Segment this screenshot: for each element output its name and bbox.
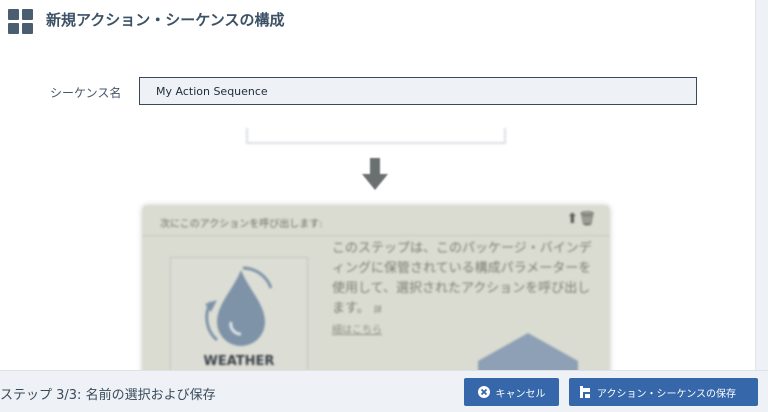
arrow-up-icon[interactable]: ⬆ bbox=[566, 211, 578, 227]
cancel-button[interactable]: キャンセル bbox=[464, 378, 559, 406]
sequence-name-input[interactable] bbox=[139, 77, 697, 105]
cancel-icon bbox=[477, 386, 490, 398]
right-scrollbar[interactable] bbox=[755, 0, 768, 370]
package-name: WEATHER bbox=[203, 354, 275, 369]
preview-heading: 次にこのアクションを呼び出します: bbox=[160, 219, 323, 230]
weather-drop-icon bbox=[205, 266, 273, 346]
action-preview-panel: 次にこのアクションを呼び出します: ⬆🗑 WEATHER このステップは、このパ… bbox=[142, 205, 610, 395]
flow-connector bbox=[246, 128, 506, 144]
page-title: 新規アクション・シーケンスの構成 bbox=[46, 11, 285, 29]
sequence-name-label: シーケンス名 bbox=[50, 86, 122, 100]
arrow-down-icon bbox=[362, 158, 388, 190]
preview-description: このステップは、このパッケージ・バインディングに保管されている構成パラメーターを… bbox=[332, 241, 592, 316]
detail-link[interactable]: 細はこちら bbox=[332, 321, 382, 336]
footer-bar: ステップ 3/3: 名前の選択および保存 キャンセル アクション・シーケンスの保… bbox=[0, 370, 768, 412]
cancel-label: キャンセル bbox=[495, 388, 546, 400]
save-label: アクション・シーケンスの保存 bbox=[597, 388, 736, 400]
save-sequence-button[interactable]: アクション・シーケンスの保存 bbox=[569, 378, 758, 406]
header: 新規アクション・シーケンスの構成 bbox=[0, 0, 756, 40]
divider bbox=[142, 235, 610, 236]
trash-icon[interactable]: 🗑 bbox=[578, 211, 596, 227]
grid-icon bbox=[8, 9, 34, 35]
step-indicator: ステップ 3/3: 名前の選択および保存 bbox=[0, 388, 216, 403]
save-icon bbox=[579, 386, 591, 398]
